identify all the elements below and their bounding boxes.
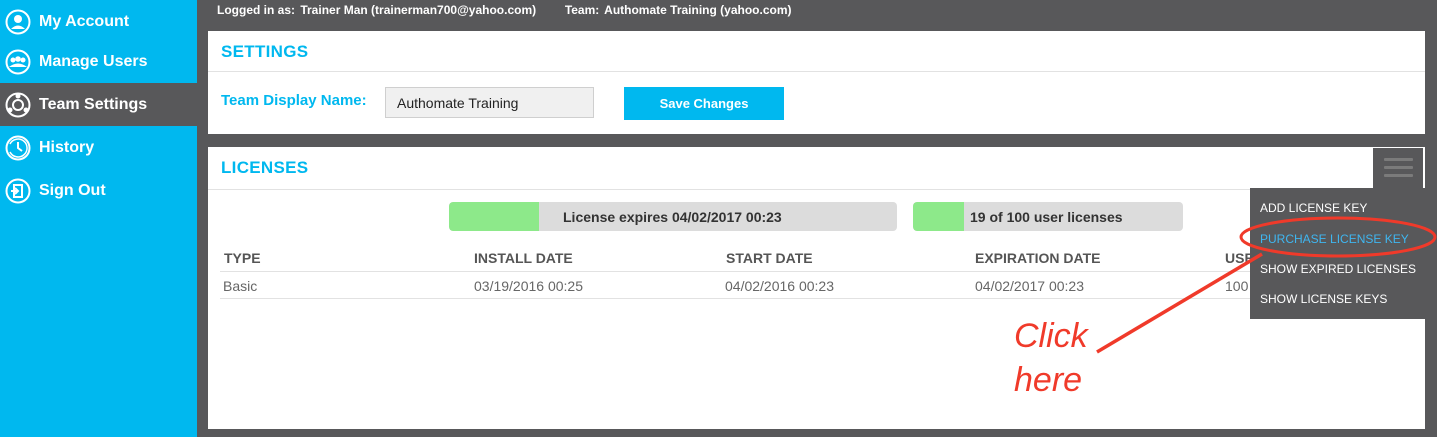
logged-in-label: Logged in as:	[217, 3, 295, 17]
settings-panel: SETTINGS Team Display Name: Save Changes	[208, 31, 1425, 134]
history-icon	[5, 135, 31, 161]
team-label: Team:	[564, 3, 600, 17]
sidebar-item-label: Manage Users	[39, 52, 148, 70]
team-display-name-label: Team Display Name:	[221, 92, 367, 109]
sidebar-item-my-account[interactable]: My Account	[0, 0, 197, 43]
cell-users: 100	[1225, 278, 1249, 294]
annotation-line-1: Click	[1014, 317, 1088, 355]
licenses-title: LICENSES	[221, 158, 309, 177]
sidebar: My Account Manage Users Team Settings Hi…	[0, 0, 197, 437]
divider	[208, 189, 1425, 190]
team-name: Authomate Training (yahoo.com)	[604, 3, 792, 17]
sign-out-icon	[5, 178, 31, 204]
users-icon	[5, 49, 31, 75]
cell-install-date: 03/19/2016 00:25	[474, 278, 583, 294]
column-header-install-date: INSTALL DATE	[474, 250, 573, 266]
team-display-name-input[interactable]	[385, 87, 594, 118]
team-settings-icon	[5, 92, 31, 118]
sidebar-item-manage-users[interactable]: Manage Users	[0, 40, 197, 83]
sidebar-item-label: Sign Out	[39, 181, 106, 199]
cell-type: Basic	[223, 278, 258, 294]
click-here-annotation: Click here	[1014, 314, 1088, 402]
sidebar-item-label: Team Settings	[39, 95, 148, 113]
logged-in-user: Trainer Man (trainerman700@yahoo.com)	[300, 3, 537, 17]
login-status: Logged in as: Trainer Man (trainerman700…	[217, 3, 794, 17]
sidebar-item-label: My Account	[39, 12, 130, 30]
cell-expiration-date: 04/02/2017 00:23	[975, 278, 1084, 294]
column-header-expiration-date: EXPIRATION DATE	[975, 250, 1101, 266]
menu-item-show-license-keys[interactable]: SHOW LICENSE KEYS	[1260, 292, 1387, 306]
license-menu: ADD LICENSE KEY PURCHASE LICENSE KEY SHO…	[1250, 188, 1425, 319]
cell-start-date: 04/02/2016 00:23	[725, 278, 834, 294]
menu-icon[interactable]	[1373, 148, 1423, 188]
table-row-rule	[220, 298, 1400, 299]
menu-item-purchase-license-key[interactable]: PURCHASE LICENSE KEY	[1260, 232, 1409, 246]
column-header-type: TYPE	[224, 250, 261, 266]
sidebar-item-sign-out[interactable]: Sign Out	[0, 169, 197, 212]
annotation-line-2: here	[1014, 361, 1083, 399]
column-header-start-date: START DATE	[726, 250, 813, 266]
table-header-rule	[220, 271, 1400, 272]
sidebar-item-label: History	[39, 138, 95, 156]
save-changes-button[interactable]: Save Changes	[624, 87, 784, 120]
menu-item-add-license-key[interactable]: ADD LICENSE KEY	[1260, 201, 1367, 215]
license-expiry-bar: License expires 04/02/2017 00:23	[449, 202, 897, 231]
user-licenses-bar: 19 of 100 user licenses	[913, 202, 1183, 231]
user-icon	[5, 9, 31, 35]
menu-item-show-expired-licenses[interactable]: SHOW EXPIRED LICENSES	[1260, 262, 1416, 276]
settings-title: SETTINGS	[221, 42, 309, 61]
user-licenses-fill	[913, 202, 965, 231]
user-licenses-text: 19 of 100 user licenses	[970, 209, 1123, 225]
sidebar-item-history[interactable]: History	[0, 126, 197, 169]
divider	[208, 71, 1425, 72]
license-expiry-fill	[449, 202, 539, 231]
sidebar-item-team-settings[interactable]: Team Settings	[0, 83, 197, 126]
license-expiry-text: License expires 04/02/2017 00:23	[563, 209, 782, 225]
licenses-panel: LICENSES License expires 04/02/2017 00:2…	[208, 147, 1425, 429]
